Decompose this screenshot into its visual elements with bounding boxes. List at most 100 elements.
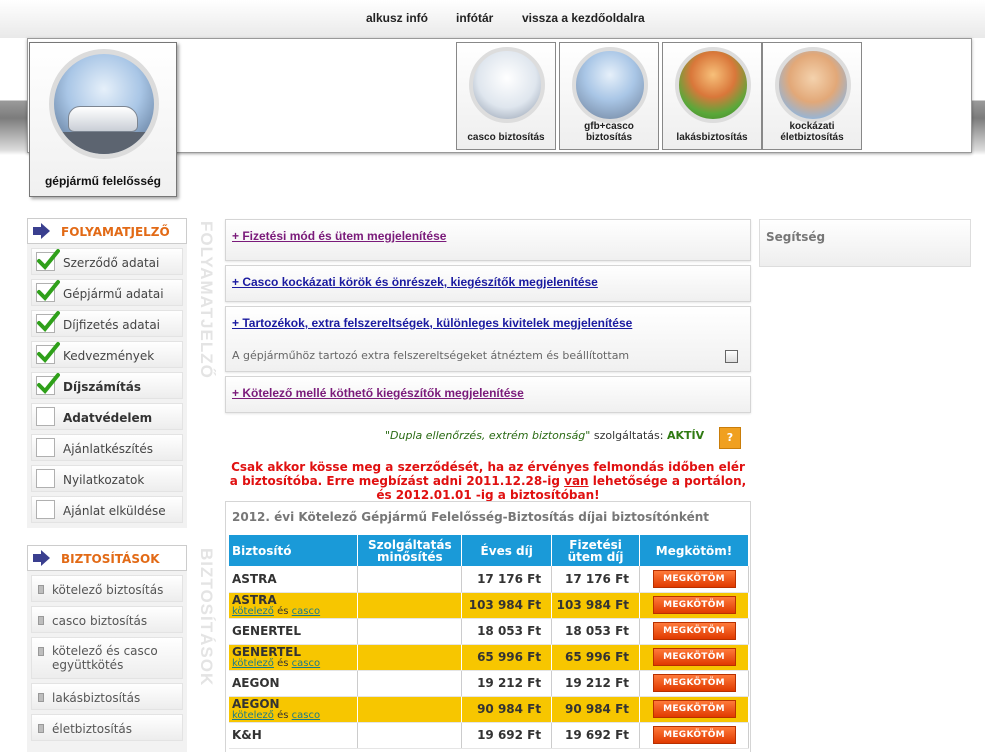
unchecked-box-icon [36,500,55,519]
insurance-link-label: életbiztosítás [52,722,132,736]
progress-item[interactable]: Nyilatkozatok [31,465,183,492]
insurer-name: AEGON [232,697,280,711]
rating-cell [357,722,463,749]
installment-fee: 90 984 Ft [551,696,641,723]
progress-item-label: Díjfizetés adatai [63,318,161,332]
progress-item[interactable]: Ajánlat elküldése [31,496,183,523]
checked-icon [36,280,60,302]
link-kotelezo[interactable]: kötelező [232,710,274,721]
sign-cell: MEGKÖTÖM [639,592,749,619]
insurer-cell: GENERTEL kötelező és casco [229,644,359,671]
progress-item[interactable]: Gépjármű adatai [31,279,183,306]
insurer-cell: AEGON kötelező és casco [229,696,359,723]
header-installment: Fizetési ütem díj [551,535,641,566]
link-casco[interactable]: casco [292,710,320,721]
link-kotelezo[interactable]: kötelező [232,658,274,669]
progress-item[interactable]: Ajánlatkészítés [31,434,183,461]
unchecked-box-icon [36,407,55,426]
insurance-link[interactable]: kötelező biztosítás [31,575,183,602]
nav-back-home[interactable]: vissza a kezdőoldalra [522,11,645,25]
link-payment-mode[interactable]: + Fizetési mód és ütem megjelenítése [232,229,446,243]
annual-fee: 19 212 Ft [461,670,553,697]
header-insurer: Biztosító [229,535,359,566]
megkotom-button[interactable]: MEGKÖTÖM [652,700,736,718]
tile-gfb-casco[interactable]: gfb+casco biztosítás [559,42,659,150]
sign-cell: MEGKÖTÖM [639,670,749,697]
insurer-name: GENERTEL [232,624,302,638]
checked-icon [36,342,60,364]
combo-links: kötelező és casco [232,658,321,669]
link-casco-risks[interactable]: + Casco kockázati körök és önrészek, kie… [232,275,598,289]
insurer-name: K&H [232,728,262,742]
logo-label: gépjármű felelősség [44,174,162,188]
progress-item-label: Nyilatkozatok [63,473,145,487]
megkotom-button[interactable]: MEGKÖTÖM [652,726,736,744]
table-title: 2012. évi Kötelező Gépjármű Felelősség-B… [232,510,709,524]
progress-sidebar: FOLYAMATJELZŐ Szerződő adatai Gépjármű ad… [27,218,187,528]
progress-item-label: Gépjármű adatai [63,287,164,301]
car-image [49,49,159,159]
link-kotelezo[interactable]: kötelező [232,606,274,617]
megkotom-button[interactable]: MEGKÖTÖM [652,648,736,666]
link-accessories[interactable]: + Tartozékok, extra felszereltségek, kül… [232,316,632,330]
price-table: Biztosító Szolgáltatás minősítés Éves dí… [229,535,749,749]
megkotom-button[interactable]: MEGKÖTÖM [652,622,736,640]
header-rating: Szolgáltatás minősítés [357,535,463,566]
checked-icon [36,311,60,333]
panel-accessories: + Tartozékok, extra felszereltségek, kül… [225,306,751,372]
insurance-link[interactable]: kötelező és casco együttkötés [31,637,183,679]
arrow-right-icon [33,223,50,239]
progress-item[interactable]: Díjfizetés adatai [31,310,183,337]
double-check-status: "Dupla ellenőrzés, extrém biztonság" szo… [385,429,705,442]
nav-alkusz-info[interactable]: alkusz infó [366,11,428,25]
insurance-sidebar: BIZTOSÍTÁSOK kötelező biztosítás casco bi… [27,545,187,752]
insurance-link[interactable]: lakásbiztosítás [31,683,183,710]
table-row: GENERTEL 18 053 Ft 18 053 Ft MEGKÖTÖM [229,618,749,645]
tile-lakas[interactable]: lakásbiztosítás [662,42,762,150]
progress-item-label: Szerződő adatai [63,256,160,270]
accessories-checkbox[interactable] [725,350,738,363]
checked-icon [36,249,60,271]
family-image [775,47,851,123]
tile-casco[interactable]: casco biztosítás [456,42,556,150]
arrow-right-icon [33,550,50,566]
progress-vertical-label: FOLYAMATJELZŐ [197,221,216,379]
house-image [675,47,751,123]
progress-item[interactable]: Adatvédelem [31,403,183,430]
insurer-cell: AEGON [229,670,359,697]
megkotom-button[interactable]: MEGKÖTÖM [652,596,736,614]
installment-fee: 19 212 Ft [551,670,641,697]
unchecked-box-icon [36,438,55,457]
installment-fee: 19 692 Ft [551,722,641,749]
megkotom-button[interactable]: MEGKÖTÖM [652,569,736,588]
progress-item-label: Kedvezmények [63,349,155,363]
help-title: Segítség [766,230,826,244]
nav-infotar[interactable]: infótár [456,11,493,25]
insurance-link[interactable]: casco biztosítás [31,606,183,633]
link-extras[interactable]: + Kötelező mellé köthető kiegészítők meg… [232,386,524,400]
help-box: Segítség [759,219,971,267]
insurance-link[interactable]: életbiztosítás [31,714,183,741]
unchecked-box-icon [36,469,55,488]
progress-item[interactable]: Szerződő adatai [31,248,183,275]
logo-gepjarmu[interactable]: gépjármű felelősség [29,42,177,197]
help-question-button[interactable]: ? [719,427,741,449]
progress-item-label: Ajánlatkészítés [63,442,154,456]
casco-image [469,47,545,123]
progress-item[interactable]: Kedvezmények [31,341,183,368]
link-casco[interactable]: casco [292,606,320,617]
progress-list: Szerződő adatai Gépjármű adatai Díjfizetés… [27,248,187,523]
megkotom-button[interactable]: MEGKÖTÖM [652,674,736,692]
tile-elet[interactable]: kockázati életbiztosítás [762,42,862,150]
table-row: AEGON 19 212 Ft 19 212 Ft MEGKÖTÖM [229,670,749,697]
progress-item-label: Adatvédelem [63,411,153,425]
link-casco[interactable]: casco [292,658,320,669]
progress-item[interactable]: Díjszámítás [31,372,183,399]
table-row: K&H 19 692 Ft 19 692 Ft MEGKÖTÖM [229,722,749,749]
annual-fee: 18 053 Ft [461,618,553,645]
insurance-vertical-label: BIZTOSÍTÁSOK [197,548,216,687]
insurer-cell: ASTRA [229,566,359,593]
warning-message: Csak akkor kösse meg a szerződését, ha a… [229,460,747,502]
bullet-icon [38,647,44,656]
panel-extras: + Kötelező mellé köthető kiegészítők meg… [225,376,751,413]
